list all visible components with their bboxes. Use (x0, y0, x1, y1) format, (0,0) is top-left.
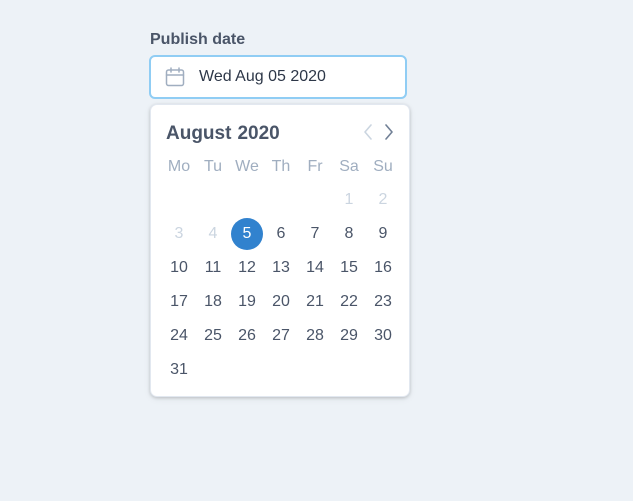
day-number: 22 (340, 293, 358, 310)
day-cell[interactable]: 16 (366, 251, 400, 285)
day-number: 27 (272, 327, 290, 344)
day-cell[interactable]: 11 (196, 251, 230, 285)
day-cell[interactable]: 18 (196, 285, 230, 319)
day-cell[interactable]: 8 (332, 217, 366, 251)
day-number: 2 (378, 191, 388, 208)
weekday-sa: Sa (339, 158, 359, 175)
day-number: 16 (374, 259, 392, 276)
day-cell[interactable]: 28 (298, 319, 332, 353)
day-cell[interactable]: 13 (264, 251, 298, 285)
day-number: 3 (174, 225, 184, 242)
publish-date-label: Publish date (150, 31, 246, 48)
day-cell[interactable]: 27 (264, 319, 298, 353)
day-cell[interactable]: 4 (196, 217, 230, 251)
day-cell[interactable]: 19 (230, 285, 264, 319)
day-number: 12 (238, 259, 256, 276)
day-cell[interactable]: 6 (264, 217, 298, 251)
day-number: 10 (170, 259, 188, 276)
prev-month-button[interactable] (360, 122, 376, 142)
day-number: 7 (310, 225, 320, 242)
day-number: 8 (344, 225, 354, 242)
day-cell[interactable]: 14 (298, 251, 332, 285)
day-cell[interactable]: 29 (332, 319, 366, 353)
weekday-th: Th (271, 158, 291, 175)
day-number: 6 (276, 225, 286, 242)
day-number: 21 (306, 293, 324, 310)
day-cell[interactable]: 1 (332, 183, 366, 217)
day-number: 20 (272, 293, 290, 310)
day-number: 1 (344, 191, 354, 208)
day-number: 11 (204, 259, 222, 276)
day-cell-selected[interactable]: 5 (230, 217, 264, 251)
day-number: 9 (378, 225, 388, 242)
day-cell[interactable]: 24 (162, 319, 196, 353)
month-year-title: August 2020 (166, 123, 280, 145)
day-cell[interactable]: 10 (162, 251, 196, 285)
day-number: 28 (306, 327, 324, 344)
weekday-tu: Tu (203, 158, 223, 175)
day-number: 24 (170, 327, 188, 344)
day-cell[interactable]: 9 (366, 217, 400, 251)
day-number: 18 (204, 293, 222, 310)
weekday-su: Su (373, 158, 393, 175)
weekday-mo: Mo (167, 158, 191, 175)
day-number: 5 (242, 225, 252, 242)
day-number: 15 (340, 259, 358, 276)
day-cell[interactable]: 7 (298, 217, 332, 251)
day-number: 29 (340, 327, 358, 344)
day-cell[interactable]: 22 (332, 285, 366, 319)
day-number: 30 (374, 327, 392, 344)
month-label: August (166, 123, 232, 144)
day-number: 14 (306, 259, 324, 276)
day-cell[interactable]: 30 (366, 319, 400, 353)
day-cell[interactable]: 3 (162, 217, 196, 251)
day-cell[interactable]: 2 (366, 183, 400, 217)
day-cell[interactable]: 17 (162, 285, 196, 319)
day-cell[interactable]: 31 (162, 353, 196, 387)
day-number: 26 (238, 327, 256, 344)
year-label: 2020 (237, 123, 280, 144)
day-number: 17 (170, 293, 188, 310)
date-value: Wed Aug 05 2020 (199, 68, 326, 85)
day-number: 13 (272, 259, 290, 276)
weekday-we: We (235, 158, 259, 175)
next-month-button[interactable] (381, 122, 397, 142)
day-number: 4 (208, 225, 218, 242)
day-cell[interactable]: 15 (332, 251, 366, 285)
day-cell[interactable]: 20 (264, 285, 298, 319)
day-cell[interactable]: 21 (298, 285, 332, 319)
weekday-fr: Fr (307, 158, 323, 175)
day-cell[interactable]: 25 (196, 319, 230, 353)
publish-date-input[interactable]: Wed Aug 05 2020 (149, 55, 407, 99)
day-number: 23 (374, 293, 392, 310)
day-number: 19 (238, 293, 256, 310)
calendar-icon (165, 67, 185, 87)
chevron-right-icon (385, 124, 393, 140)
day-cell[interactable]: 26 (230, 319, 264, 353)
calendar-popup: August 2020 Mo Tu We Th Fr Sa Su 1 2 3 4 5 6 7 8 9 10 11 1… (150, 104, 410, 397)
day-cell[interactable]: 12 (230, 251, 264, 285)
day-number: 25 (204, 327, 222, 344)
day-number: 31 (170, 361, 188, 378)
chevron-left-icon (364, 124, 372, 140)
day-cell[interactable]: 23 (366, 285, 400, 319)
